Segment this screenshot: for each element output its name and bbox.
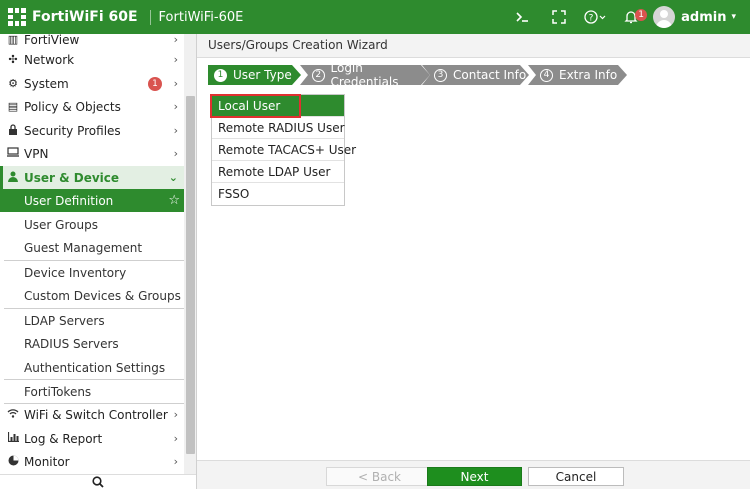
monitor-icon [4,455,22,469]
star-icon[interactable]: ☆ [168,193,180,208]
sidebar-item-guest-management[interactable]: Guest Management [0,236,184,259]
back-button[interactable]: < Back [326,467,433,486]
chevron-right-icon: › [173,147,178,160]
sidebar-item-device-inventory[interactable]: Device Inventory [0,261,184,284]
user-type-option-remote-radius[interactable]: Remote RADIUS User [212,117,345,139]
chevron-right-icon: › [173,100,178,113]
sidebar-item-vpn[interactable]: VPN › [0,142,184,165]
device-hostname: FortiWiFi-60E [149,9,243,25]
fortiview-icon: ▥ [7,34,19,46]
policy-icon: ▤ [7,100,19,113]
wizard-step-contact-info[interactable]: 3 Contact Info [422,65,529,85]
sidebar: ▥ FortiView › ✣ Network › ⚙ System 1 › ▤… [0,34,197,489]
user-type-list: Local User Remote RADIUS User Remote TAC… [210,94,356,206]
sidebar-item-radius-servers[interactable]: RADIUS Servers [0,332,184,355]
sidebar-scrollbar-thumb[interactable] [186,96,195,454]
step-number: 3 [434,68,447,82]
user-menu[interactable]: admin ▾ [653,0,750,34]
wizard-step-extra-info[interactable]: 4 Extra Info [528,65,627,85]
user-type-option-remote-tacacs[interactable]: Remote TACACS+ User [212,139,356,161]
sidebar-item-network[interactable]: ✣ Network › [0,48,184,71]
wifi-icon [4,408,22,421]
sidebar-item-fortitokens[interactable]: FortiTokens [0,380,184,403]
chevron-right-icon: › [173,455,178,468]
system-alert-badge: 1 [148,76,162,91]
device-model: FortiWiFi 60E [32,9,138,25]
selection-highlight [210,94,301,118]
sidebar-item-system[interactable]: ⚙ System 1 › [0,72,184,95]
sidebar-item-custom-devices-groups[interactable]: Custom Devices & Groups [0,284,184,307]
step-number: 1 [214,68,227,82]
top-right-toolbar: ? 1 admin ▾ [505,0,750,34]
user-type-option-fsso[interactable]: FSSO [212,183,344,205]
search-icon [92,476,104,488]
step-label: Login Credentials [330,61,399,89]
user-icon [4,171,22,185]
sidebar-item-authentication-settings[interactable]: Authentication Settings [0,356,184,379]
sidebar-item-policy-objects[interactable]: ▤ Policy & Objects › [0,95,184,118]
chevron-right-icon: › [173,53,178,66]
step-label: User Type [233,68,292,82]
sidebar-item-security-profiles[interactable]: Security Profiles › [0,119,184,142]
sidebar-search[interactable] [0,474,196,489]
username: admin [681,9,727,25]
chevron-right-icon: › [173,408,178,421]
sidebar-item-log-report[interactable]: Log & Report › [0,427,184,450]
chevron-down-icon: ▾ [731,12,736,22]
top-bar: FortiWiFi 60E FortiWiFi-60E ? 1 admin ▾ [0,0,750,34]
next-button[interactable]: Next [427,467,522,486]
wizard-step-login-credentials[interactable]: 2 Login Credentials [300,61,430,89]
sidebar-item-user-device[interactable]: User & Device ⌄ [0,166,184,189]
wizard-step-user-type[interactable]: 1 User Type [208,65,301,85]
step-number: 4 [540,68,553,82]
sidebar-item-user-definition[interactable]: User Definition ☆ [0,189,184,212]
page-title: Users/Groups Creation Wizard [197,34,750,58]
notification-badge: 1 [635,9,648,21]
fullscreen-icon[interactable] [541,0,577,34]
wizard-footer: < Back Next Cancel [197,460,750,489]
main-content: Users/Groups Creation Wizard 1 User Type… [197,34,750,489]
cli-console-icon[interactable] [505,0,541,34]
chevron-down-icon: ⌄ [168,171,178,184]
bell-icon[interactable]: 1 [613,0,649,34]
chevron-right-icon: › [173,34,178,46]
user-type-option-remote-ldap[interactable]: Remote LDAP User [212,161,344,183]
cancel-button[interactable]: Cancel [528,467,624,486]
lock-icon [4,123,22,138]
svg-text:?: ? [589,14,594,24]
sidebar-item-user-groups[interactable]: User Groups [0,213,184,236]
sidebar-item-wifi-switch-controller[interactable]: WiFi & Switch Controller › [0,403,184,426]
chevron-right-icon: › [173,124,178,137]
help-icon[interactable]: ? [577,0,613,34]
network-icon: ✣ [8,53,18,66]
sidebar-item-ldap-servers[interactable]: LDAP Servers [0,309,184,332]
gear-icon: ⚙ [8,77,18,90]
avatar [653,6,676,28]
step-label: Contact Info [453,68,527,82]
chevron-right-icon: › [173,77,178,90]
user-type-option-local-user[interactable]: Local User [210,94,344,118]
vpn-icon [4,147,22,160]
fortinet-logo-icon[interactable] [0,0,34,34]
step-label: Extra Info [559,68,618,82]
chevron-right-icon: › [173,432,178,445]
step-number: 2 [312,68,325,82]
chart-icon [4,432,22,445]
sidebar-item-monitor[interactable]: Monitor › [0,450,184,473]
